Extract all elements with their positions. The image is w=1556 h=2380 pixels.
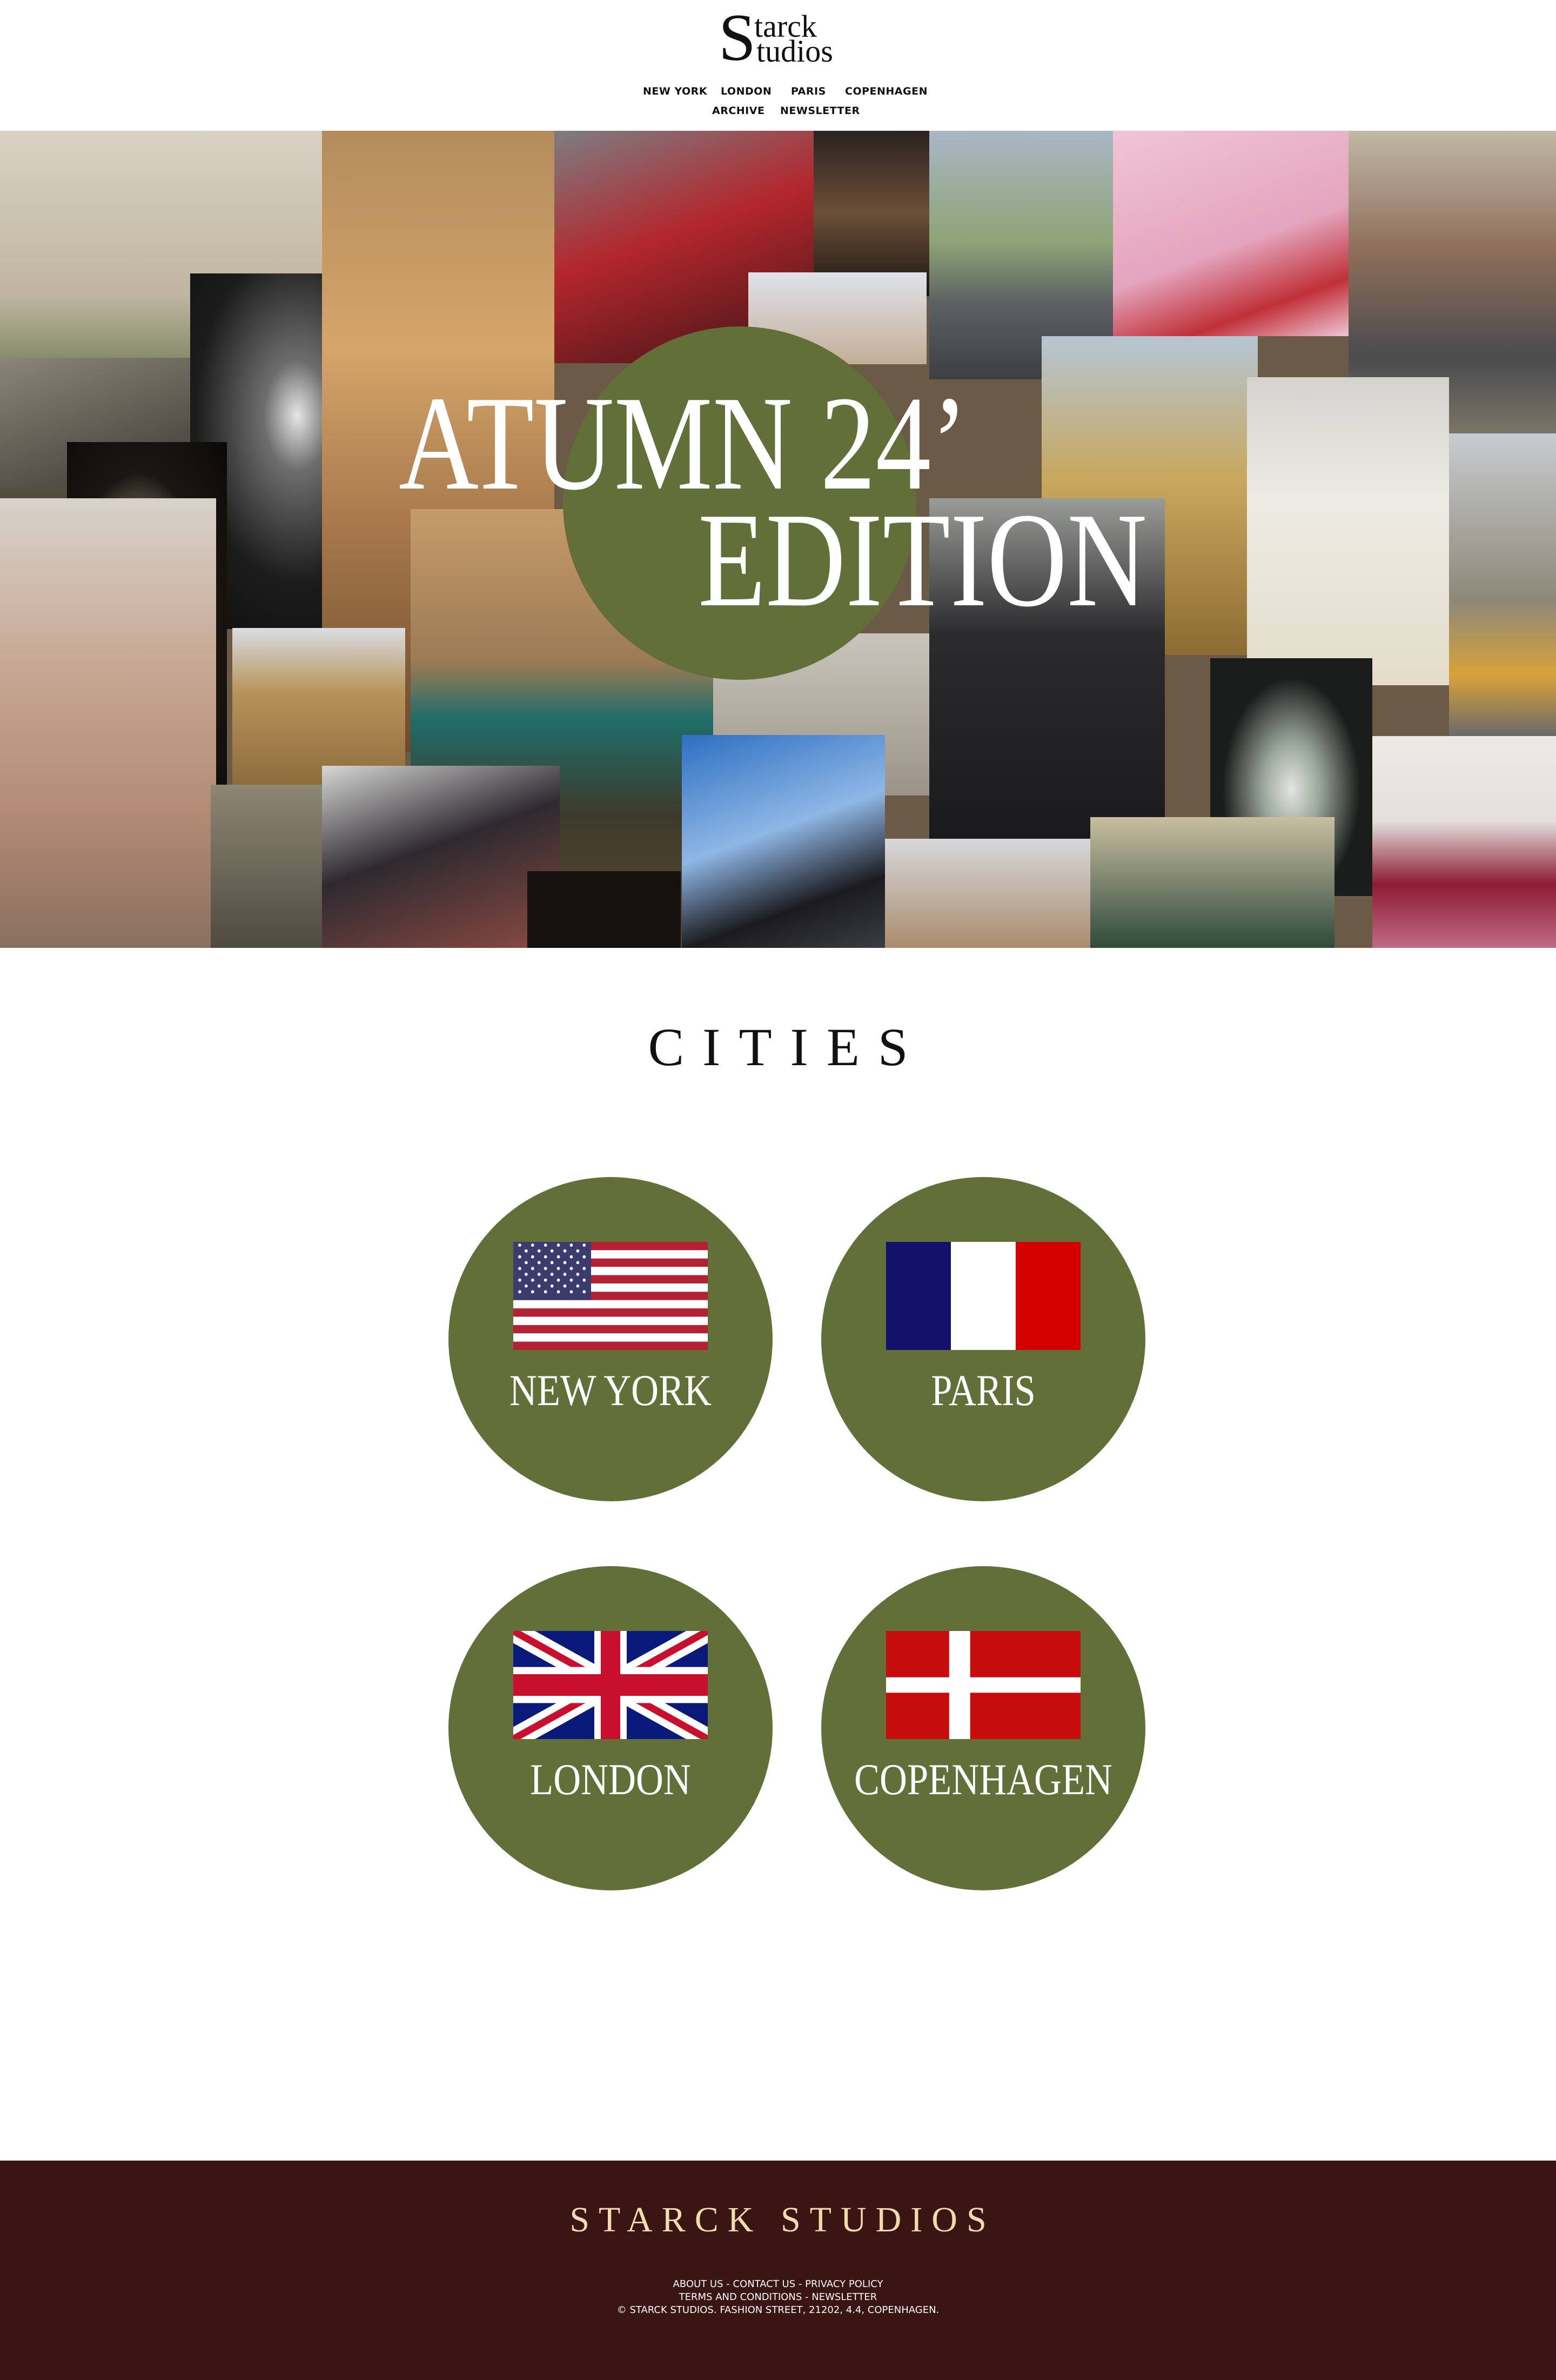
site-header: S tarck tudios NEW YORK LONDON PARIS COP…: [0, 0, 1556, 131]
site-footer: STARCK STUDIOS ABOUT US - CONTACT US - P…: [0, 2161, 1556, 2380]
city-label-paris: PARIS: [931, 1366, 1036, 1415]
footer-separator: -: [795, 2278, 806, 2290]
france-flag-icon: [886, 1242, 1081, 1350]
usa-flag-icon: [513, 1242, 708, 1350]
nav-link-archive[interactable]: ARCHIVE: [712, 105, 764, 117]
city-label-new-york: NEW YORK: [509, 1366, 712, 1415]
nav-link-london[interactable]: LONDON: [721, 85, 772, 97]
footer-link-newsletter[interactable]: NEWSLETTER: [811, 2291, 877, 2303]
city-card-new-york[interactable]: NEW YORK: [448, 1177, 773, 1501]
denmark-flag-icon: [886, 1631, 1081, 1739]
city-card-copenhagen[interactable]: COPENHAGEN: [821, 1566, 1145, 1890]
nav-link-paris[interactable]: PARIS: [791, 85, 826, 97]
nav-link-copenhagen[interactable]: COPENHAGEN: [845, 85, 928, 97]
photo-paris-facade: [0, 498, 216, 948]
photo-pink-suit: [1113, 131, 1349, 336]
city-label-copenhagen: COPENHAGEN: [854, 1755, 1112, 1804]
footer-copyright: © STARCK STUDIOS. FASHION STREET, 21202,…: [616, 2304, 940, 2316]
footer-link-about-us[interactable]: ABOUT US: [673, 2278, 723, 2290]
photo-city-skyline-small: [885, 839, 1112, 948]
starck-studios-logo[interactable]: S tarck tudios: [719, 4, 843, 71]
photo-sequin-jacket: [322, 766, 560, 948]
photo-red-gown: [1372, 736, 1556, 948]
photo-classic-car: [1090, 817, 1334, 948]
footer-link-privacy-policy[interactable]: PRIVACY POLICY: [805, 2278, 883, 2290]
city-card-paris[interactable]: PARIS: [821, 1177, 1145, 1501]
footer-link-terms-and-conditions[interactable]: TERMS AND CONDITIONS: [679, 2291, 802, 2303]
nav-link-newsletter[interactable]: NEWSLETTER: [780, 105, 860, 117]
footer-links-row-1: ABOUT US - CONTACT US - PRIVACY POLICY: [0, 2278, 1556, 2290]
photo-dark-corner: [527, 871, 681, 948]
uk-flag-icon: [513, 1631, 708, 1739]
footer-link-contact-us[interactable]: CONTACT US: [733, 2278, 795, 2290]
footer-brand-name: STARCK STUDIOS: [569, 2200, 996, 2239]
footer-separator: -: [802, 2291, 812, 2303]
photo-white-suit: [1247, 377, 1449, 685]
hero-collage-banner: ATUMN 24’ EDITION: [0, 131, 1556, 948]
logo-initial: S: [719, 1, 756, 75]
city-label-london: LONDON: [530, 1755, 691, 1804]
footer-separator: -: [723, 2278, 733, 2290]
cities-heading: CITIES: [648, 1017, 927, 1077]
footer-links-row-2: TERMS AND CONDITIONS - NEWSLETTER: [0, 2291, 1556, 2303]
photo-street-corner: [211, 785, 324, 948]
hero-title-line-2: EDITION: [698, 485, 1148, 635]
photo-glass-tower-model: [682, 735, 885, 948]
photo-nyc-avenue: [1449, 433, 1556, 736]
logo-word-2: tudios: [756, 34, 833, 69]
city-card-london[interactable]: LONDON: [448, 1566, 773, 1890]
nav-link-new-york[interactable]: NEW YORK: [643, 85, 707, 97]
